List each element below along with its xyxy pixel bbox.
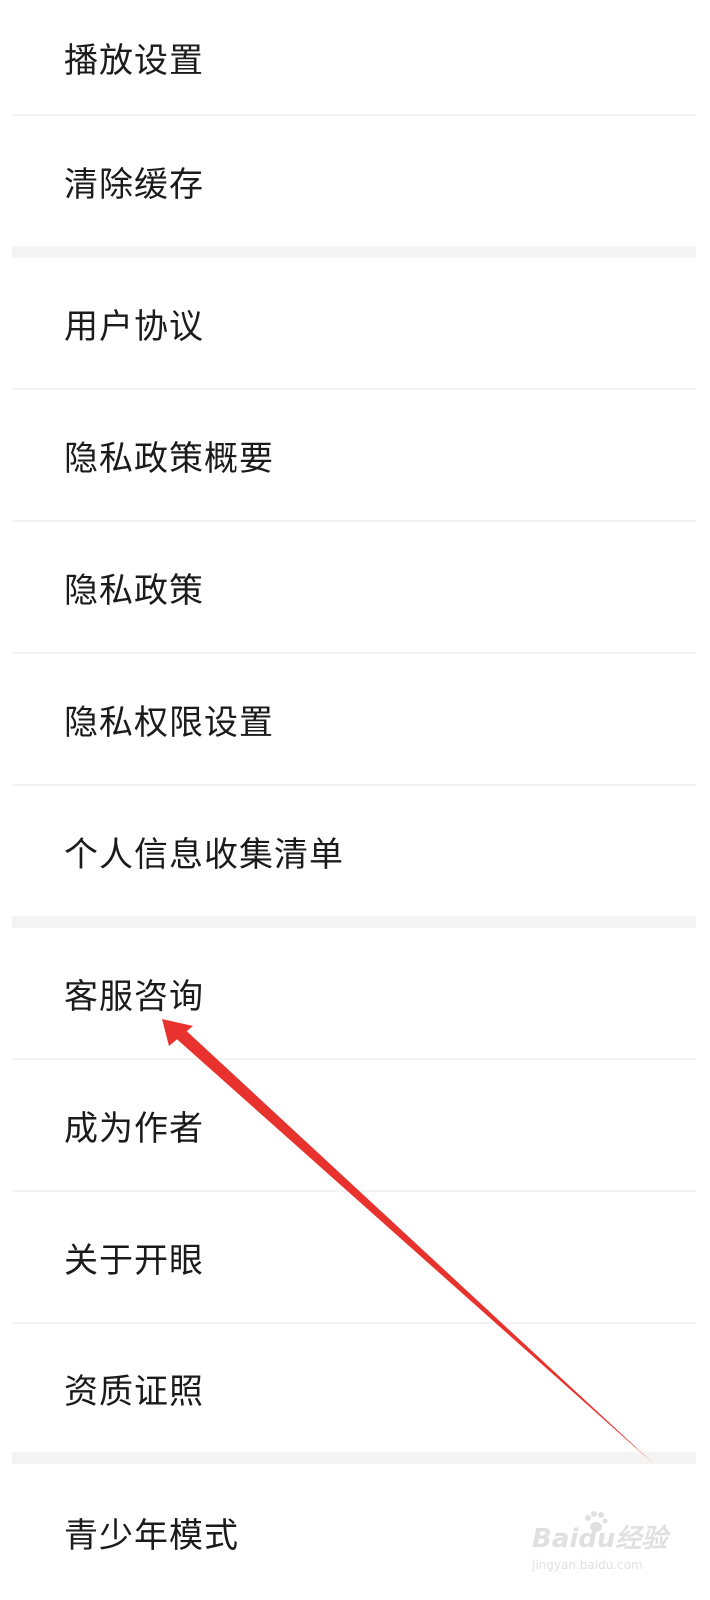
settings-item-label: 用户协议	[64, 306, 204, 347]
settings-item-label: 客服咨询	[64, 976, 204, 1017]
settings-item-user-agreement[interactable]: 用户协议	[12, 258, 696, 388]
settings-item-personal-info-list[interactable]: 个人信息收集清单	[12, 786, 696, 916]
settings-item-become-author[interactable]: 成为作者	[12, 1060, 696, 1190]
settings-item-about[interactable]: 关于开眼	[12, 1192, 696, 1322]
settings-item-label: 播放设置	[64, 40, 204, 81]
settings-item-privacy-policy[interactable]: 隐私政策	[12, 522, 696, 652]
settings-item-privacy-summary[interactable]: 隐私政策概要	[12, 390, 696, 520]
section-gap	[12, 1452, 696, 1464]
settings-item-label: 个人信息收集清单	[64, 834, 344, 875]
settings-item-label: 青少年模式	[64, 1515, 239, 1556]
settings-page: 播放设置 清除缓存 用户协议 隐私政策概要 隐私政策 隐私权限设置 个人信息收集…	[0, 0, 710, 1600]
settings-item-label: 隐私权限设置	[64, 702, 274, 743]
settings-item-label: 成为作者	[64, 1108, 204, 1149]
settings-item-label: 隐私政策概要	[64, 438, 274, 479]
settings-item-qualifications[interactable]: 资质证照	[12, 1324, 696, 1452]
settings-item-label: 资质证照	[64, 1371, 204, 1412]
baidu-watermark: Baidu经验 jingyan.baidu.com	[532, 1510, 672, 1580]
settings-item-label: 清除缓存	[64, 164, 204, 205]
settings-item-clear-cache[interactable]: 清除缓存	[12, 116, 696, 246]
settings-item-customer-service[interactable]: 客服咨询	[12, 928, 696, 1058]
section-gap	[12, 916, 696, 928]
settings-item-privacy-permissions[interactable]: 隐私权限设置	[12, 654, 696, 784]
watermark-url: jingyan.baidu.com	[532, 1558, 643, 1572]
settings-item-label: 关于开眼	[64, 1240, 204, 1281]
section-gap	[12, 246, 696, 258]
settings-item-playback[interactable]: 播放设置	[12, 0, 696, 114]
paw-icon	[585, 1511, 608, 1532]
settings-item-label: 隐私政策	[64, 570, 204, 611]
